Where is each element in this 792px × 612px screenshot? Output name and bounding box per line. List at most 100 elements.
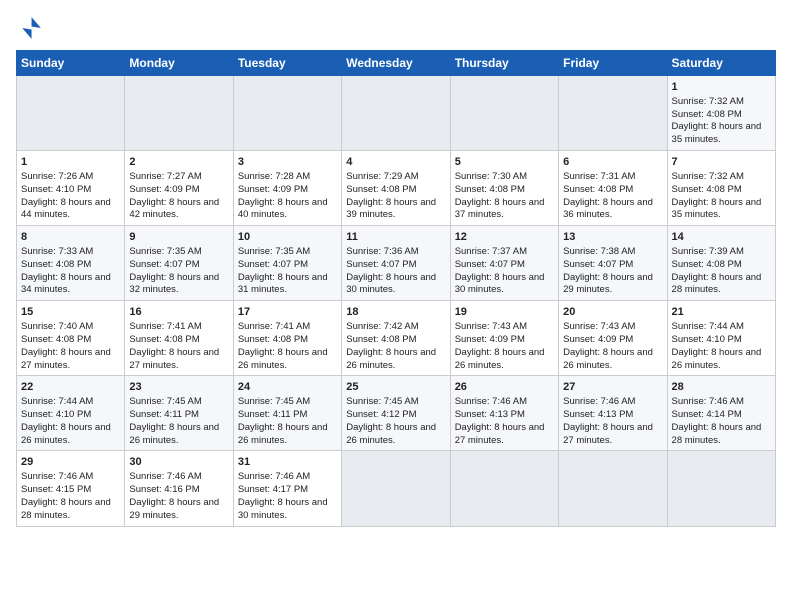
- daylight: Daylight: 8 hours and 36 minutes.: [563, 197, 653, 221]
- calendar-cell: [450, 451, 558, 526]
- day-number: 12: [455, 230, 554, 245]
- sunset: Sunset: 4:13 PM: [563, 409, 633, 420]
- sunset: Sunset: 4:07 PM: [238, 259, 308, 270]
- calendar-cell: [559, 76, 667, 151]
- sunset: Sunset: 4:08 PM: [346, 334, 416, 345]
- calendar-cell: 13Sunrise: 7:38 AMSunset: 4:07 PMDayligh…: [559, 226, 667, 301]
- calendar-cell: 20Sunrise: 7:43 AMSunset: 4:09 PMDayligh…: [559, 301, 667, 376]
- calendar-cell: [17, 76, 125, 151]
- day-number: 1: [21, 155, 120, 170]
- calendar-cell: 10Sunrise: 7:35 AMSunset: 4:07 PMDayligh…: [233, 226, 341, 301]
- sunset: Sunset: 4:14 PM: [672, 409, 742, 420]
- calendar-cell: 7Sunrise: 7:32 AMSunset: 4:08 PMDaylight…: [667, 151, 775, 226]
- calendar-cell: [342, 451, 450, 526]
- calendar-cell: 15Sunrise: 7:40 AMSunset: 4:08 PMDayligh…: [17, 301, 125, 376]
- sunrise: Sunrise: 7:38 AM: [563, 246, 635, 257]
- sunset: Sunset: 4:08 PM: [21, 259, 91, 270]
- daylight: Daylight: 8 hours and 32 minutes.: [129, 272, 219, 296]
- sunrise: Sunrise: 7:28 AM: [238, 171, 310, 182]
- daylight: Daylight: 8 hours and 26 minutes.: [238, 422, 328, 446]
- calendar-cell: [559, 451, 667, 526]
- sunset: Sunset: 4:08 PM: [455, 184, 525, 195]
- calendar-cell: [667, 451, 775, 526]
- sunset: Sunset: 4:13 PM: [455, 409, 525, 420]
- day-number: 2: [129, 155, 228, 170]
- sunrise: Sunrise: 7:41 AM: [129, 321, 201, 332]
- calendar-cell: 18Sunrise: 7:42 AM Sunset: 4:08 PM Dayligh…: [342, 301, 450, 376]
- calendar-week-3: 15Sunrise: 7:40 AM Sunset: 4:08 PM Dayligh…: [17, 301, 776, 376]
- daylight: Daylight: 8 hours and 31 minutes.: [238, 272, 328, 296]
- sunrise: Sunrise: 7:44 AM: [21, 396, 93, 407]
- sunrise: Sunrise: 7:43 AM: [563, 321, 635, 332]
- day-number: 23: [129, 380, 228, 395]
- sunset: Sunset: 4:07 PM: [563, 259, 633, 270]
- calendar-cell: 5Sunrise: 7:30 AMSunset: 4:08 PMDaylight…: [450, 151, 558, 226]
- day-number: 29: [21, 455, 120, 470]
- calendar-cell: 2Sunrise: 7:27 AMSunset: 4:09 PMDaylight…: [125, 151, 233, 226]
- daylight: Daylight: 8 hours and 29 minutes.: [563, 272, 653, 296]
- day-number: 14: [672, 230, 771, 245]
- daylight: Daylight: 8 hours and 34 minutes.: [21, 272, 111, 296]
- day-number: 20: [563, 305, 662, 320]
- calendar-cell: 17Sunrise: 7:41 AMSunset: 4:08 PMDayligh…: [233, 301, 341, 376]
- sunrise: Sunrise: 7:29 AM: [346, 171, 418, 182]
- calendar-cell: 6Sunrise: 7:31 AMSunset: 4:08 PMDaylight…: [559, 151, 667, 226]
- day-header-tuesday: Tuesday: [233, 51, 341, 76]
- day-number: 28: [672, 380, 771, 395]
- sunset: Sunset: 4:08 PM: [672, 259, 742, 270]
- day-number: 15: [21, 305, 120, 320]
- calendar-cell: 16Sunrise: 7:41 AMSunset: 4:08 PMDayligh…: [125, 301, 233, 376]
- daylight: Daylight: 8 hours and 29 minutes.: [129, 497, 219, 521]
- day-number: 3: [238, 155, 337, 170]
- sunset: Sunset: 4:10 PM: [21, 184, 91, 195]
- sunrise: Sunrise: 7:45 AM: [346, 396, 418, 407]
- calendar-cell: [342, 76, 450, 151]
- day-header-saturday: Saturday: [667, 51, 775, 76]
- logo-icon: [16, 14, 44, 42]
- day-number: 18: [346, 305, 445, 320]
- daylight: Daylight: 8 hours and 30 minutes.: [455, 272, 545, 296]
- sunrise: Sunrise: 7:35 AM: [238, 246, 310, 257]
- sunrise: Sunrise: 7:36 AM: [346, 246, 418, 257]
- calendar-cell: [233, 76, 341, 151]
- sunset: Sunset: 4:08 PM: [129, 334, 199, 345]
- sunrise: Sunrise: 7:42 AM: [346, 321, 418, 332]
- daylight: Daylight: 8 hours and 28 minutes.: [672, 422, 762, 446]
- sunrise: Sunrise: 7:44 AM: [672, 321, 744, 332]
- calendar-cell: 27Sunrise: 7:46 AMSunset: 4:13 PMDayligh…: [559, 376, 667, 451]
- daylight: Daylight: 8 hours and 27 minutes.: [455, 422, 545, 446]
- day-number: 21: [672, 305, 771, 320]
- daylight: Daylight: 8 hours and 26 minutes.: [455, 347, 545, 371]
- day-number: 22: [21, 380, 120, 395]
- calendar-cell: 14Sunrise: 7:39 AMSunset: 4:08 PMDayligh…: [667, 226, 775, 301]
- day-number: 30: [129, 455, 228, 470]
- calendar-cell: 11Sunrise: 7:36 AMSunset: 4:07 PMDayligh…: [342, 226, 450, 301]
- day-number: 1: [672, 80, 771, 95]
- sunrise: Sunrise: 7:27 AM: [129, 171, 201, 182]
- calendar-cell: [450, 76, 558, 151]
- calendar-cell: 31Sunrise: 7:46 AMSunset: 4:17 PMDayligh…: [233, 451, 341, 526]
- calendar-table: SundayMondayTuesdayWednesdayThursdayFrid…: [16, 50, 776, 527]
- sunrise: Sunrise: 7:41 AM: [238, 321, 310, 332]
- sunset: Sunset: 4:12 PM: [346, 409, 416, 420]
- sunset: Sunset: 4:11 PM: [238, 409, 308, 420]
- day-number: 7: [672, 155, 771, 170]
- calendar-cell: 19Sunrise: 7:43 AMSunset: 4:09 PMDayligh…: [450, 301, 558, 376]
- sunrise: Sunrise: 7:46 AM: [238, 471, 310, 482]
- sunset: Sunset: 4:09 PM: [455, 334, 525, 345]
- calendar-cell: 9Sunrise: 7:35 AMSunset: 4:07 PMDaylight…: [125, 226, 233, 301]
- sunrise: Sunrise: 7:32 AM: [672, 96, 744, 107]
- sunrise: Sunrise: 7:40 AM: [21, 321, 93, 332]
- sunset: Sunset: 4:08 PM: [238, 334, 308, 345]
- sunrise: Sunrise: 7:45 AM: [238, 396, 310, 407]
- sunset: Sunset: 4:09 PM: [129, 184, 199, 195]
- sunset: Sunset: 4:09 PM: [563, 334, 633, 345]
- sunrise: Sunrise: 7:33 AM: [21, 246, 93, 257]
- calendar-cell: 29Sunrise: 7:46 AMSunset: 4:15 PMDayligh…: [17, 451, 125, 526]
- sunrise: Sunrise: 7:46 AM: [21, 471, 93, 482]
- calendar-cell: 1Sunrise: 7:32 AMSunset: 4:08 PMDaylight…: [667, 76, 775, 151]
- sunset: Sunset: 4:08 PM: [21, 334, 91, 345]
- daylight: Daylight: 8 hours and 27 minutes.: [129, 347, 219, 371]
- daylight: Daylight: 8 hours and 26 minutes.: [346, 347, 436, 371]
- calendar-week-1: 1Sunrise: 7:26 AMSunset: 4:10 PMDaylight…: [17, 151, 776, 226]
